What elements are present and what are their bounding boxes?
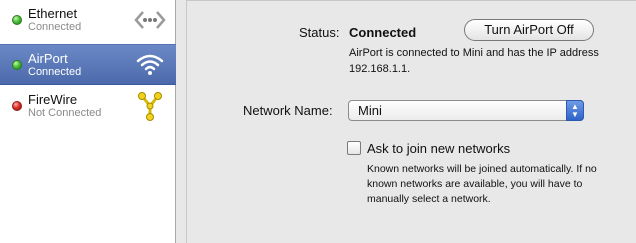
updown-arrows-icon: ▲ ▼ <box>566 100 584 121</box>
status-dot-red <box>12 101 22 111</box>
airport-wifi-icon <box>136 54 164 75</box>
status-dot-green <box>12 60 22 70</box>
service-name: Ethernet <box>28 6 78 21</box>
service-item-airport[interactable]: AirPort Connected <box>0 44 176 85</box>
firewire-icon <box>138 92 162 121</box>
status-value: Connected <box>349 25 417 40</box>
turn-airport-off-button[interactable]: Turn AirPort Off <box>464 19 594 41</box>
service-status: Connected <box>28 21 82 33</box>
service-item-firewire[interactable]: FireWire Not Connected <box>0 86 176 127</box>
network-services-list: Ethernet Connected AirPort Connected Fir… <box>0 0 176 243</box>
service-status: Connected <box>28 66 82 78</box>
ask-to-join-help: Known networks will be joined automatica… <box>367 163 597 205</box>
network-name-label: Network Name: <box>243 103 333 118</box>
service-name: FireWire <box>28 92 78 107</box>
service-item-ethernet[interactable]: Ethernet Connected <box>0 0 176 41</box>
ask-to-join-checkbox[interactable] <box>347 141 361 155</box>
service-status: Not Connected <box>28 107 102 119</box>
ask-to-join-label[interactable]: Ask to join new networks <box>367 141 510 156</box>
status-description: AirPort is connected to Mini and has the… <box>349 47 599 75</box>
status-dot-green <box>12 15 22 25</box>
network-name-select[interactable]: Mini ▲ ▼ <box>348 100 584 121</box>
ethernet-icon <box>134 11 166 29</box>
network-name-value: Mini <box>358 103 382 118</box>
service-name: AirPort <box>28 51 68 66</box>
status-label: Status: <box>299 25 340 40</box>
airport-settings-panel: Status: Connected Turn AirPort Off AirPo… <box>186 0 636 243</box>
